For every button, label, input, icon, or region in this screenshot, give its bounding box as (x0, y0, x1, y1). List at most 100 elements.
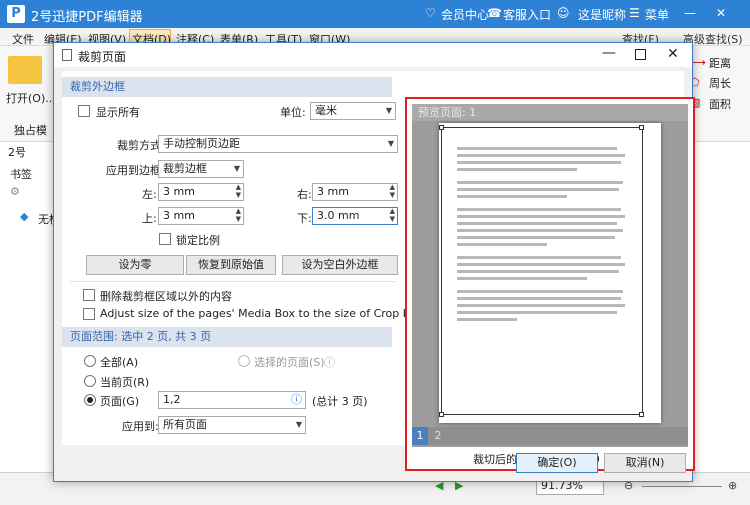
apply-to-select[interactable]: 裁剪边框 ▼ (158, 160, 244, 178)
lock-ratio-checkbox[interactable] (159, 233, 171, 245)
perimeter-tool-button[interactable]: 周长 (709, 75, 731, 91)
dialog-body: 裁剪外边框 显示所有 单位: 毫米 ▼ 裁剪方式 手动控制页边距 ▼ 应用到边框… (62, 71, 695, 471)
range-all-label: 全部(A) (100, 356, 139, 369)
crop-method-select[interactable]: 手动控制页边距 ▼ (158, 135, 398, 153)
set-zero-button[interactable]: 设为零 (86, 255, 184, 275)
spinner-icon[interactable]: ▲ ▼ (390, 207, 395, 223)
thumbnail-page-1[interactable]: 1 (412, 427, 428, 445)
chevron-down-icon: ▼ (385, 106, 392, 115)
bottom-margin-label: 下: (297, 212, 312, 225)
user-nickname[interactable]: 这是昵称 (578, 6, 626, 23)
show-all-label: 显示所有 (96, 106, 140, 119)
preview-header: 预览页面: 1 (412, 104, 688, 121)
apply-to-label: 应用到边框 (106, 164, 161, 177)
apply-value: 所有页面 (163, 418, 207, 431)
dialog-maximize-button[interactable] (635, 49, 646, 60)
crop-handle[interactable] (639, 125, 644, 130)
delete-outside-checkbox[interactable] (83, 289, 95, 301)
pages-input[interactable]: 1,2 ⓘ (158, 391, 306, 409)
chevron-down-icon: ▼ (295, 420, 302, 429)
apply-to-value: 裁剪边框 (163, 162, 207, 175)
top-margin-label: 上: (142, 212, 157, 225)
crop-icon (62, 49, 72, 61)
area-tool-button[interactable]: 面积 (709, 96, 731, 112)
delete-outside-label: 删除裁剪框区域以外的内容 (100, 290, 232, 303)
zoom-in-icon[interactable]: ⊕ (728, 479, 737, 492)
top-margin-input[interactable]: 3 mm ▲ ▼ (158, 207, 244, 225)
open-button[interactable]: 打开(O)... (6, 90, 56, 106)
spinner-icon[interactable]: ▲ ▼ (236, 207, 241, 223)
show-all-checkbox[interactable] (78, 105, 90, 117)
doc-tab[interactable]: 2号 (8, 144, 26, 160)
preview-viewport: 预览页面: 1 1 2 (412, 104, 688, 447)
range-selected-label: 选择的页面(S) (254, 356, 325, 369)
range-pages-radio[interactable] (84, 394, 96, 406)
bottom-margin-input[interactable]: 3.0 mm ▲ ▼ (312, 207, 398, 225)
customer-service-icon[interactable]: ☎ (487, 6, 502, 20)
menu-icon[interactable]: ☰ (629, 6, 640, 20)
app-title: 2号迅捷PDF编辑器 (31, 10, 143, 25)
range-pages-label: 页面(G) (100, 395, 140, 408)
unit-value: 毫米 (315, 104, 337, 117)
unit-label: 单位: (280, 106, 306, 119)
page-text-placeholder (457, 147, 627, 321)
title-bar: P 2号迅捷PDF编辑器 ♡ 会员中心 ☎ 客服入口 ☺ 这是昵称 ☰ 菜单 —… (0, 0, 750, 28)
distance-tool-button[interactable]: 距离 (709, 55, 731, 71)
divider (70, 281, 396, 282)
bookmarks-label: 书签 (10, 168, 32, 181)
side-panel (0, 142, 60, 505)
exclusive-mode-button[interactable]: 独占模 (14, 122, 47, 138)
crop-method-value: 手动控制页边距 (163, 137, 240, 150)
left-margin-label: 左: (142, 188, 157, 201)
restore-original-button[interactable]: 恢复到原始值 (186, 255, 276, 275)
dialog-minimize-button[interactable]: — (602, 45, 616, 61)
unit-select[interactable]: 毫米 ▼ (310, 102, 396, 120)
crop-method-label: 裁剪方式 (117, 139, 161, 152)
document-area (690, 142, 750, 472)
range-selected-radio[interactable] (238, 355, 250, 367)
info-icon[interactable]: ⓘ (291, 392, 302, 408)
set-blank-margins-button[interactable]: 设为空白外边框 (282, 255, 398, 275)
ok-button[interactable]: 确定(O) (516, 453, 598, 473)
customer-service-link[interactable]: 客服入口 (503, 6, 551, 23)
dialog-close-button[interactable]: ✕ (667, 46, 679, 62)
crop-pages-dialog: 裁剪页面 — ✕ 裁剪外边框 显示所有 单位: 毫米 ▼ 裁剪方式 手动控制页边… (53, 42, 695, 482)
member-center-icon[interactable]: ♡ (425, 6, 436, 20)
user-avatar-icon[interactable]: ☺ (557, 6, 570, 20)
pages-value: 1,2 (163, 393, 181, 406)
crop-handle[interactable] (639, 412, 644, 417)
thumbnail-page-2[interactable]: 2 (430, 427, 446, 445)
close-window-button[interactable]: ✕ (716, 6, 726, 20)
right-margin-input[interactable]: 3 mm ▲ ▼ (312, 183, 398, 201)
info-icon[interactable]: ⓘ (324, 354, 335, 370)
member-center-link[interactable]: 会员中心 (441, 6, 489, 23)
thumbnail-strip: 1 2 (412, 427, 688, 445)
adjust-media-box-label: Adjust size of the pages' Media Box to t… (100, 307, 424, 320)
pages-total: (总计 3 页) (312, 395, 368, 408)
open-folder-icon[interactable] (8, 56, 42, 84)
right-margin-value: 3 mm (317, 185, 349, 198)
menu-file[interactable]: 文件 (12, 31, 34, 47)
apply-label: 应用到: (122, 420, 159, 433)
left-margin-input[interactable]: 3 mm ▲ ▼ (158, 183, 244, 201)
minimize-button[interactable]: — (684, 6, 696, 20)
margins-group-header: 裁剪外边框 (62, 77, 392, 97)
app-logo-icon: P (7, 5, 25, 23)
right-margin-label: 右: (297, 188, 312, 201)
range-all-radio[interactable] (84, 355, 96, 367)
crop-handle[interactable] (439, 125, 444, 130)
adjust-media-box-checkbox[interactable] (83, 308, 95, 320)
left-margin-value: 3 mm (163, 185, 195, 198)
apply-select[interactable]: 所有页面 ▼ (158, 416, 306, 434)
lock-ratio-label: 锁定比例 (176, 234, 220, 247)
range-current-radio[interactable] (84, 375, 96, 387)
crop-handle[interactable] (439, 412, 444, 417)
zoom-slider[interactable] (642, 486, 722, 487)
app-menu-button[interactable]: 菜单 (645, 6, 669, 23)
preview-page (439, 123, 661, 423)
spinner-icon[interactable]: ▲ ▼ (390, 183, 395, 199)
cancel-button[interactable]: 取消(N) (604, 453, 686, 473)
spinner-icon[interactable]: ▲ ▼ (236, 183, 241, 199)
top-margin-value: 3 mm (163, 209, 195, 222)
gear-icon[interactable]: ⚙ (10, 185, 20, 198)
